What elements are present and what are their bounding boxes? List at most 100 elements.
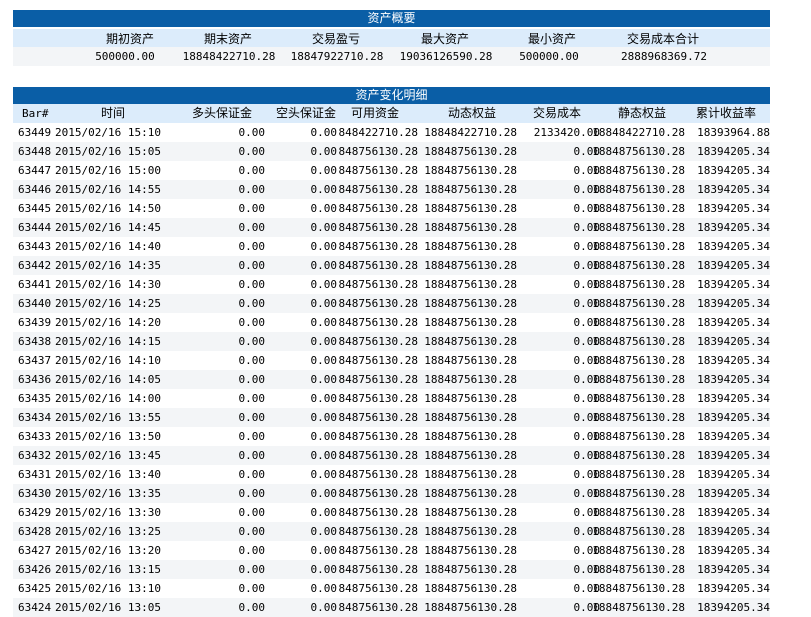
cell-available-funds: 18848756130.28: [338, 183, 418, 196]
summary-header-total-cost: 交易成本合计: [626, 31, 699, 46]
cell-available-funds: 18848756130.28: [338, 221, 418, 234]
cell-cum-return: 18394205.34: [697, 373, 770, 386]
cell-dynamic-equity: 18848756130.28: [424, 468, 517, 481]
cell-available-funds: 18848756130.28: [338, 582, 418, 595]
cell-bar: 63429: [18, 506, 52, 519]
col-header-cumulative-return: 累计收益率: [696, 106, 757, 120]
cell-short-margin: 0.00: [310, 297, 338, 310]
cell-available-funds: 18848756130.28: [338, 468, 418, 481]
table-row: 634432015/02/16 14:400.000.0018848756130…: [13, 237, 770, 256]
cell-static-equity: 18848756130.28: [592, 487, 685, 500]
cell-static-equity: 18848756130.28: [592, 411, 685, 424]
table-row: 634412015/02/16 14:300.000.0018848756130…: [13, 275, 770, 294]
cell-bar: 63443: [18, 240, 52, 253]
cell-long-margin: 0.00: [238, 221, 266, 234]
cell-static-equity: 18848756130.28: [592, 335, 685, 348]
cell-short-margin: 0.00: [310, 164, 338, 177]
table-row: 634292015/02/16 13:300.000.0018848756130…: [13, 503, 770, 522]
cell-time: 2015/02/16 13:20: [55, 544, 161, 557]
cell-static-equity: 18848756130.28: [592, 373, 685, 386]
table-row: 634342015/02/16 13:550.000.0018848756130…: [13, 408, 770, 427]
cell-dynamic-equity: 18848756130.28: [424, 544, 517, 557]
cell-static-equity: 18848756130.28: [592, 240, 685, 253]
cell-available-funds: 18848756130.28: [338, 525, 418, 538]
cell-trading-cost: 2133420.00: [533, 123, 600, 142]
cell-static-equity: 18848756130.28: [592, 430, 685, 443]
cell-long-margin: 0.00: [238, 582, 266, 595]
cell-available-funds: 18848756130.28: [338, 335, 418, 348]
cell-available-funds: 18848756130.28: [338, 278, 418, 291]
cell-long-margin: 0.00: [238, 449, 266, 462]
cell-cum-return: 18394205.34: [697, 430, 770, 443]
table-row: 634442015/02/16 14:450.000.0018848756130…: [13, 218, 770, 237]
detail-title: 资产变化明细: [13, 87, 770, 104]
cell-long-margin: 0.00: [238, 202, 266, 215]
cell-long-margin: 0.00: [238, 354, 266, 367]
cell-static-equity: 18848756130.28: [592, 601, 685, 614]
cell-dynamic-equity: 18848756130.28: [424, 582, 517, 595]
col-header-dynamic-equity: 动态权益: [448, 106, 497, 120]
cell-short-margin: 0.00: [310, 506, 338, 519]
cell-dynamic-equity: 18848756130.28: [424, 278, 517, 291]
cell-time: 2015/02/16 14:40: [55, 240, 161, 253]
cell-bar: 63442: [18, 259, 52, 272]
table-row: 634372015/02/16 14:100.000.0018848756130…: [13, 351, 770, 370]
cell-bar: 63439: [18, 316, 52, 329]
cell-time: 2015/02/16 14:50: [55, 202, 161, 215]
summary-value-final-assets: 18848422710.28: [182, 50, 276, 63]
cell-dynamic-equity: 18848756130.28: [424, 259, 517, 272]
table-row: 634242015/02/16 13:050.000.0018848756130…: [13, 598, 770, 617]
cell-dynamic-equity: 18848756130.28: [424, 354, 517, 367]
table-row: 634332015/02/16 13:500.000.0018848756130…: [13, 427, 770, 446]
cell-cum-return: 18394205.34: [697, 335, 770, 348]
cell-long-margin: 0.00: [238, 430, 266, 443]
cell-long-margin: 0.00: [238, 506, 266, 519]
cell-available-funds: 18848756130.28: [338, 411, 418, 424]
cell-time: 2015/02/16 14:45: [55, 221, 161, 234]
cell-dynamic-equity: 18848756130.28: [424, 297, 517, 310]
cell-cum-return: 18394205.34: [697, 601, 770, 614]
cell-long-margin: 0.00: [238, 544, 266, 557]
cell-available-funds: 18848756130.28: [338, 601, 418, 614]
cell-time: 2015/02/16 13:35: [55, 487, 161, 500]
cell-dynamic-equity: 18848756130.28: [424, 221, 517, 234]
cell-bar: 63446: [18, 183, 52, 196]
cell-bar: 63445: [18, 202, 52, 215]
cell-static-equity: 18848756130.28: [592, 183, 685, 196]
cell-static-equity: 18848756130.28: [592, 449, 685, 462]
cell-long-margin: 0.00: [238, 259, 266, 272]
cell-bar: 63447: [18, 164, 52, 177]
table-row: 634382015/02/16 14:150.000.0018848756130…: [13, 332, 770, 351]
col-header-bar: Bar#: [22, 107, 49, 120]
col-header-static-equity: 静态权益: [618, 106, 667, 120]
cell-dynamic-equity: 18848756130.28: [424, 316, 517, 329]
cell-cum-return: 18394205.34: [697, 240, 770, 253]
cell-time: 2015/02/16 14:25: [55, 297, 161, 310]
cell-dynamic-equity: 18848756130.28: [424, 183, 517, 196]
cell-static-equity: 18848756130.28: [592, 582, 685, 595]
summary-header-row: 期初资产 期末资产 交易盈亏 最大资产 最小资产 交易成本合计: [13, 29, 770, 47]
cell-short-margin: 0.00: [310, 373, 338, 386]
cell-time: 2015/02/16 14:35: [55, 259, 161, 272]
cell-time: 2015/02/16 13:10: [55, 582, 161, 595]
cell-cum-return: 18394205.34: [697, 221, 770, 234]
cell-available-funds: 18848422710.28: [338, 126, 418, 139]
detail-table-body: 634492015/02/16 15:100.000.0018848422710…: [13, 123, 770, 617]
cell-bar: 63427: [18, 544, 52, 557]
cell-time: 2015/02/16 14:15: [55, 335, 161, 348]
cell-long-margin: 0.00: [238, 411, 266, 424]
table-row: 634422015/02/16 14:350.000.0018848756130…: [13, 256, 770, 275]
cell-cum-return: 18394205.34: [697, 563, 770, 576]
cell-short-margin: 0.00: [310, 525, 338, 538]
cell-static-equity: 18848756130.28: [592, 316, 685, 329]
cell-cum-return: 18394205.34: [697, 278, 770, 291]
cell-dynamic-equity: 18848756130.28: [424, 164, 517, 177]
cell-bar: 63430: [18, 487, 52, 500]
table-row: 634362015/02/16 14:050.000.0018848756130…: [13, 370, 770, 389]
cell-available-funds: 18848756130.28: [338, 354, 418, 367]
cell-short-margin: 0.00: [310, 145, 338, 158]
table-row: 634452015/02/16 14:500.000.0018848756130…: [13, 199, 770, 218]
cell-time: 2015/02/16 14:05: [55, 373, 161, 386]
cell-available-funds: 18848756130.28: [338, 373, 418, 386]
cell-static-equity: 18848756130.28: [592, 544, 685, 557]
